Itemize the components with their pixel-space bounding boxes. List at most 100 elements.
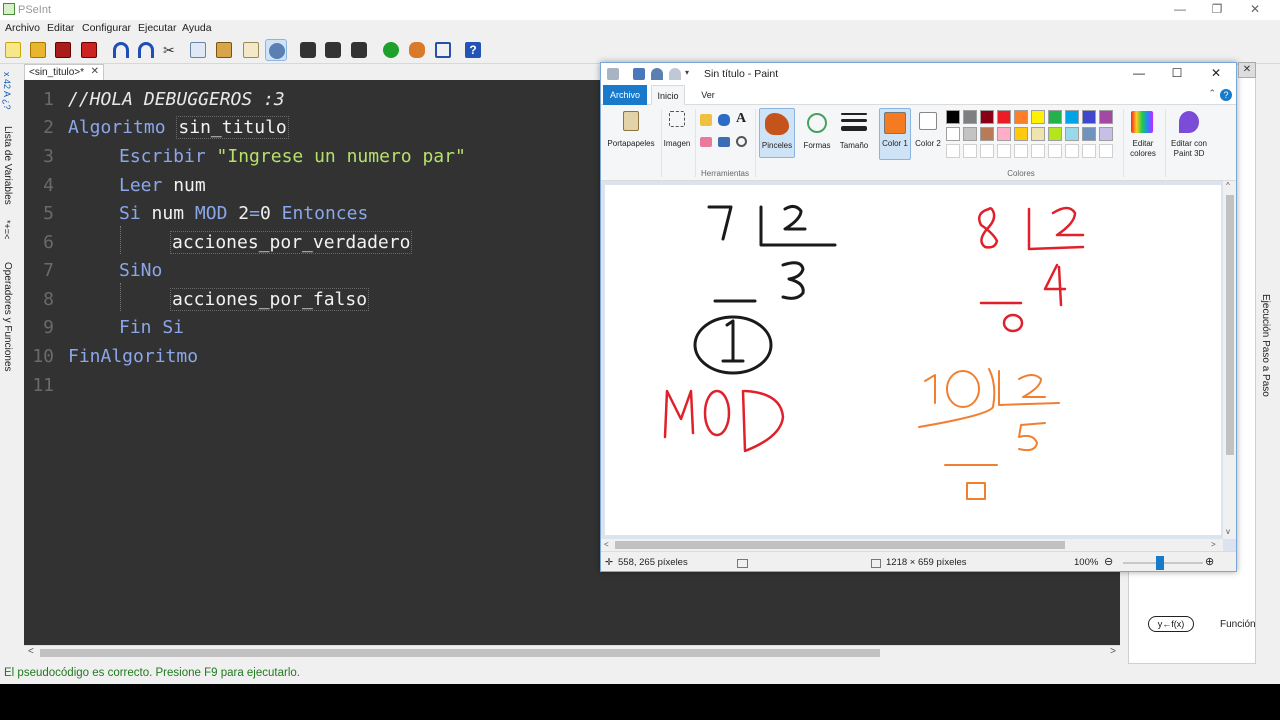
operators-functions-tab[interactable]: Operadores y Funciones xyxy=(2,262,13,372)
palette-swatch[interactable] xyxy=(997,144,1011,158)
maximize-icon[interactable]: ❐ xyxy=(1207,2,1227,16)
replace-button[interactable] xyxy=(348,39,370,61)
minimize-icon[interactable]: — xyxy=(1170,2,1190,16)
step-by-step-button[interactable] xyxy=(406,39,428,61)
palette-swatch[interactable] xyxy=(1014,127,1028,141)
cut-button[interactable]: ✂ xyxy=(160,39,182,61)
copy-button[interactable] xyxy=(187,39,209,61)
tab-inicio[interactable]: Inicio xyxy=(651,85,685,105)
palette-swatch[interactable] xyxy=(997,127,1011,141)
select-icon[interactable] xyxy=(669,111,685,127)
palette-swatch[interactable] xyxy=(1031,144,1045,158)
palette-swatch[interactable] xyxy=(980,110,994,124)
editar-paint3d-label[interactable]: Editar con Paint 3D xyxy=(1167,139,1211,159)
paint-canvas[interactable] xyxy=(605,185,1221,535)
color-picker-icon[interactable] xyxy=(718,137,730,147)
clipboard-icon[interactable] xyxy=(623,111,639,131)
scroll-thumb[interactable] xyxy=(40,649,880,657)
scroll-up-icon[interactable]: ^ xyxy=(1226,181,1230,190)
variables-list-tab[interactable]: Lista de Variables xyxy=(2,126,13,205)
tamano-label[interactable]: Tamaño xyxy=(835,141,873,150)
palette-swatch[interactable] xyxy=(997,110,1011,124)
palette-swatch[interactable] xyxy=(1048,110,1062,124)
help-icon[interactable]: ? xyxy=(1220,89,1232,101)
palette-swatch[interactable] xyxy=(1082,110,1096,124)
close-icon[interactable]: ✕ xyxy=(1245,2,1265,16)
scroll-thumb[interactable] xyxy=(1226,195,1234,455)
menu-configurar[interactable]: Configurar xyxy=(82,22,131,34)
palette-swatch[interactable] xyxy=(946,110,960,124)
palette-swatch[interactable] xyxy=(963,144,977,158)
tab-close-icon[interactable]: ✕ xyxy=(91,66,99,77)
editar-colores-label[interactable]: Editar colores xyxy=(1123,139,1163,159)
step-by-step-tab[interactable]: Ejecución Paso a Paso xyxy=(1260,294,1271,397)
palette-swatch[interactable] xyxy=(1014,144,1028,158)
palette-swatch[interactable] xyxy=(1099,144,1113,158)
panel-close-icon[interactable]: ✕ xyxy=(1238,62,1256,78)
open-file-button[interactable] xyxy=(27,39,49,61)
paste-button[interactable] xyxy=(213,39,235,61)
text-icon[interactable]: A xyxy=(736,111,746,127)
variables-icon[interactable]: x 42 A ¿? xyxy=(2,72,12,110)
customize-toolbar-icon[interactable]: ▾ xyxy=(685,68,693,80)
flowchart-button[interactable] xyxy=(432,39,454,61)
palette-swatch[interactable] xyxy=(963,110,977,124)
operators-icon[interactable]: *+=< xyxy=(2,220,12,239)
menu-ejecutar[interactable]: Ejecutar xyxy=(138,22,177,34)
save-button[interactable] xyxy=(52,39,74,61)
shapes-icon[interactable] xyxy=(807,113,827,133)
save-as-button[interactable] xyxy=(78,39,100,61)
redo-icon[interactable] xyxy=(669,68,681,80)
scroll-left-icon[interactable]: < xyxy=(28,646,34,657)
paint-horizontal-scrollbar[interactable]: < > xyxy=(601,539,1223,551)
palette-swatch[interactable] xyxy=(1031,110,1045,124)
collapse-ribbon-icon[interactable]: ⌃ xyxy=(1208,88,1216,99)
editor-horizontal-scrollbar[interactable]: < > xyxy=(24,645,1120,659)
paint3d-icon[interactable] xyxy=(1179,111,1199,133)
maximize-icon[interactable]: ☐ xyxy=(1165,66,1189,80)
palette-swatch[interactable] xyxy=(946,144,960,158)
new-file-button[interactable] xyxy=(2,39,24,61)
undo-button[interactable] xyxy=(110,39,132,61)
zoom-in-icon[interactable]: ⊕ xyxy=(1205,555,1214,568)
menu-archivo[interactable]: Archivo xyxy=(5,22,40,34)
formas-label[interactable]: Formas xyxy=(799,141,835,150)
scroll-down-icon[interactable]: v xyxy=(1226,527,1230,536)
magnifier-icon[interactable] xyxy=(736,136,747,147)
scroll-right-icon[interactable]: > xyxy=(1110,646,1116,657)
editor-tab-sin-titulo[interactable]: <sin_titulo>* ✕ xyxy=(24,64,104,80)
imagen-label[interactable]: Imagen xyxy=(661,139,693,148)
palette-swatch[interactable] xyxy=(1082,144,1096,158)
palette-swatch[interactable] xyxy=(1065,127,1079,141)
fill-icon[interactable] xyxy=(718,114,730,126)
edit-colors-icon[interactable] xyxy=(1131,111,1153,133)
menu-ayuda[interactable]: Ayuda xyxy=(182,22,212,34)
palette-swatch[interactable] xyxy=(1082,127,1096,141)
portapapeles-label[interactable]: Portapapeles xyxy=(603,139,659,148)
find-button[interactable] xyxy=(297,39,319,61)
zoom-out-icon[interactable]: ⊖ xyxy=(1104,555,1113,568)
paint-vertical-scrollbar[interactable]: ^ v xyxy=(1223,181,1236,539)
scroll-right-icon[interactable]: > xyxy=(1211,540,1216,549)
eraser-icon[interactable] xyxy=(700,137,712,147)
palette-swatch[interactable] xyxy=(1065,110,1079,124)
color2-label[interactable]: Color 2 xyxy=(913,139,943,149)
save-icon[interactable] xyxy=(633,68,645,80)
palette-swatch[interactable] xyxy=(980,127,994,141)
scroll-left-icon[interactable]: < xyxy=(604,540,609,549)
color2-swatch[interactable] xyxy=(919,112,937,130)
pencil-icon[interactable] xyxy=(700,114,712,126)
undo-icon[interactable] xyxy=(651,68,663,80)
search-button[interactable] xyxy=(265,39,287,61)
menu-editar[interactable]: Editar xyxy=(47,22,74,34)
palette-swatch[interactable] xyxy=(1048,127,1062,141)
help-button[interactable]: ? xyxy=(462,39,484,61)
close-icon[interactable]: ✕ xyxy=(1204,66,1228,80)
indent-button[interactable] xyxy=(240,39,262,61)
palette-swatch[interactable] xyxy=(1099,127,1113,141)
run-button[interactable] xyxy=(380,39,402,61)
palette-swatch[interactable] xyxy=(1031,127,1045,141)
palette-swatch[interactable] xyxy=(980,144,994,158)
minimize-icon[interactable]: — xyxy=(1127,66,1151,80)
palette-swatch[interactable] xyxy=(963,127,977,141)
